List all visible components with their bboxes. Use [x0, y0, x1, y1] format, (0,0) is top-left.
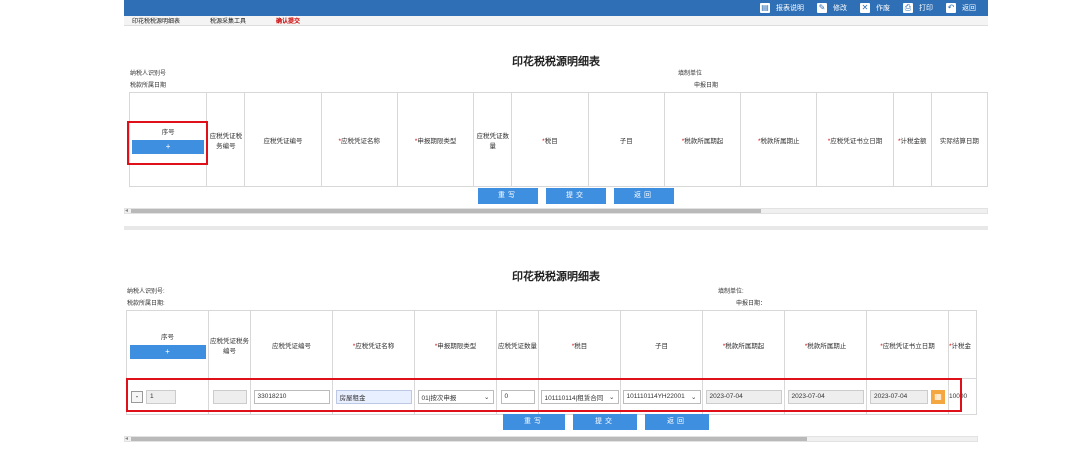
unit-label-top: 填制单位	[678, 71, 703, 77]
void-icon: ✕	[860, 3, 870, 13]
action-buttons-top: 重写 提交 返回	[478, 188, 674, 204]
print-icon: ⎙	[903, 3, 913, 13]
reset-button-top[interactable]: 重写	[478, 188, 538, 204]
scroll-left-icon[interactable]: ◂	[125, 207, 128, 214]
col-start: *税款所属期起	[702, 310, 785, 379]
col-end: *税款所属期止	[784, 310, 867, 379]
edit-icon: ✎	[817, 3, 827, 13]
report-date-label-top: 申报日期	[694, 83, 719, 89]
col-sign-date: *应税凭证书立日期	[816, 92, 894, 187]
reset-button-bottom[interactable]: 重写	[503, 414, 565, 430]
scroll-thumb-bottom[interactable]	[131, 437, 807, 441]
back-icon: ↶	[946, 3, 956, 13]
highlight-add-button	[127, 121, 208, 165]
header-row-bottom: 序号 + 应税凭证税务编号 应税凭证编号 *应税凭证名称 *申报期限类型 应税凭证…	[126, 310, 977, 379]
col-voucher-name: *应税凭证名称	[320, 92, 398, 187]
print-button[interactable]: ⎙ 打印	[900, 1, 941, 15]
col-voucher-no: 应税凭证编号	[244, 92, 322, 187]
tab-confirm-submit[interactable]: 确认提交	[276, 16, 300, 25]
top-toolbar: ▤ 报表说明 ✎ 修改 ✕ 作废 ⎙ 打印 ↶ 返回	[124, 0, 988, 16]
h-scrollbar-top[interactable]: ◂	[124, 208, 988, 214]
col-tax-voucher-no: 应税凭证税务编号	[206, 92, 246, 187]
scroll-thumb-top[interactable]	[131, 209, 761, 213]
tab-bar: 印花税税源明细表 税源采集工具 确认提交	[124, 16, 988, 26]
action-buttons-bottom: 重写 提交 返回	[503, 414, 709, 430]
submit-button-bottom[interactable]: 提交	[573, 414, 637, 430]
col-period-type: *申报期限类型	[396, 92, 475, 187]
highlight-data-row	[126, 378, 962, 412]
report-date-label-bottom: 申报日期：	[736, 301, 767, 307]
col-sub-item: 子目	[620, 310, 703, 379]
detail-table-top: 序号 + 应税凭证税务编号 应税凭证编号 *应税凭证名称 *申报期限类型 应税凭证…	[128, 92, 989, 187]
void-button[interactable]: ✕ 作废	[857, 1, 898, 15]
col-quantity: 应税凭证数量	[496, 310, 539, 379]
submit-button-top[interactable]: 提交	[546, 188, 606, 204]
back-toolbar-button[interactable]: ↶ 返回	[943, 1, 984, 15]
section-divider	[124, 226, 988, 230]
col-item: *税目	[511, 92, 589, 187]
page-title-top: 印花税税源明细表	[512, 56, 600, 68]
col-amount: *计税金额	[892, 92, 932, 187]
document-icon: ▤	[760, 3, 770, 13]
col-seq: 序号 +	[126, 310, 209, 379]
col-voucher-name: *应税凭证名称	[332, 310, 415, 379]
taxpayer-id-label-bottom: 纳税人识别号:	[127, 289, 165, 295]
col-end: *税款所属期止	[740, 92, 818, 187]
col-voucher-no: 应税凭证编号	[250, 310, 333, 379]
col-sub-item: 子目	[587, 92, 665, 187]
add-row-button-bottom[interactable]: +	[129, 344, 206, 359]
period-label-bottom: 税款所属日期:	[127, 301, 165, 307]
unit-label-bottom: 填制单位:	[718, 289, 744, 295]
col-tax-voucher-no: 应税凭证税务编号	[208, 310, 251, 379]
col-quantity: 应税凭证数量	[473, 92, 513, 187]
col-sign-date: *应税凭证书立日期	[866, 310, 949, 379]
back-button-bottom[interactable]: 返回	[645, 414, 709, 430]
period-label-top: 税款所属日期	[130, 83, 167, 89]
tab-detail[interactable]: 印花税税源明细表	[132, 16, 180, 25]
report-desc-button[interactable]: ▤ 报表说明	[757, 1, 812, 15]
page-title-bottom: 印花税税源明细表	[512, 271, 600, 283]
col-amount: *计税金	[948, 310, 977, 379]
col-period-type: *申报期限类型	[414, 310, 497, 379]
scroll-left-icon[interactable]: ◂	[125, 435, 128, 442]
col-start: *税款所属期起	[663, 92, 742, 187]
taxpayer-id-label-top: 纳税人识别号	[130, 71, 167, 77]
h-scrollbar-bottom[interactable]: ◂	[124, 436, 978, 442]
header-row-top: 序号 + 应税凭证税务编号 应税凭证编号 *应税凭证名称 *申报期限类型 应税凭证…	[128, 92, 989, 187]
col-settle-date: 实际结算日期	[930, 92, 989, 187]
tab-collect-tool[interactable]: 税源采集工具	[210, 16, 246, 25]
back-button-top[interactable]: 返回	[614, 188, 674, 204]
edit-button[interactable]: ✎ 修改	[814, 1, 855, 15]
col-item: *税目	[538, 310, 621, 379]
